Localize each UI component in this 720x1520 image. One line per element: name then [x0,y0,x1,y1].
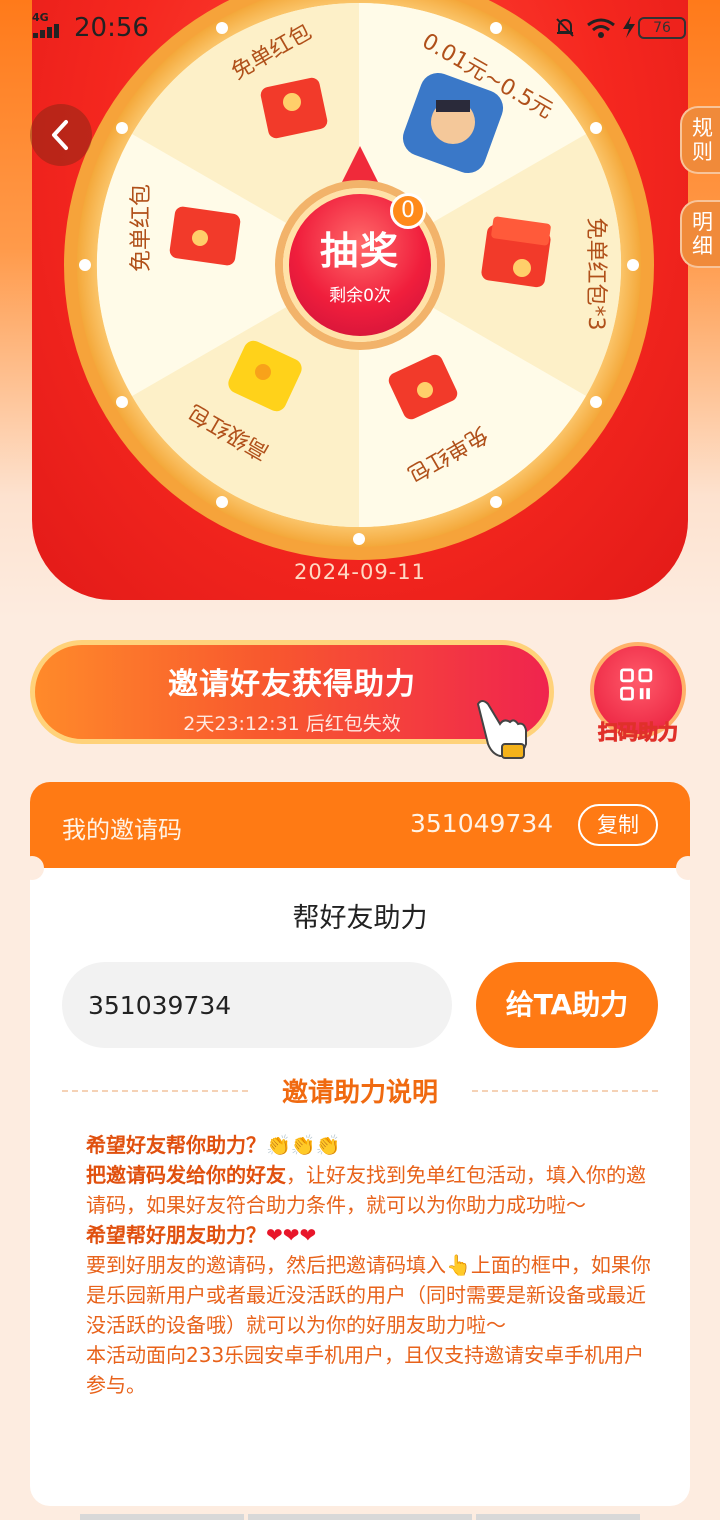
red-envelope-icon [169,206,241,266]
invite-code-label: 我的邀请码 [62,816,182,844]
my-invite-code-bar: 我的邀请码 351049734 复制 [30,782,690,868]
rules-question: 希望帮好朋友助力？ [86,1223,266,1247]
wheel-pointer [342,146,378,182]
mute-bell-icon [556,18,574,37]
wheel-segment-label: 免单红包 [129,184,154,272]
clock: 20:56 [74,13,149,43]
invite-code-value: 351049734 [410,809,554,838]
help-friend-card: 帮好友助力 给TA助力 邀请助力说明 希望好友帮你助力？👏👏👏 把邀请码发给你的… [30,868,690,1506]
clapping-hands-icon: 👏👏👏 [266,1133,341,1157]
rules-question: 希望好友帮你助力？ [86,1133,266,1157]
scan-assist-label: 扫码助力 [598,720,679,745]
draw-count-badge: 0 [390,193,426,229]
rules-paragraph: 要到好朋友的邀请码，然后把邀请码填入 [86,1253,446,1277]
remaining-draws: 剩余0次 [329,286,391,306]
invite-code-input[interactable] [62,962,452,1048]
back-button[interactable] [30,104,92,166]
chevron-left-icon [52,120,68,150]
pointing-up-icon: 👆 [446,1253,471,1277]
heart-icon: ❤❤❤ [266,1223,317,1247]
detail-button[interactable]: 明细 [680,200,720,268]
rules-title: 邀请助力说明 [281,1078,438,1108]
rules-button[interactable]: 规则 [680,106,720,174]
wifi-icon [587,18,615,38]
charging-icon [623,16,635,38]
card-notch [676,856,700,880]
give-assist-button[interactable]: 给TA助力 [476,962,658,1048]
help-title: 帮好友助力 [292,903,428,934]
copy-button[interactable]: 复制 [578,804,658,846]
triple-red-envelope-icon [481,216,551,288]
rules-text: 希望好友帮你助力？👏👏👏 把邀请码发给你的好友，让好友找到免单红包活动，填入你的… [86,1130,656,1400]
rules-paragraph: 本活动面向233乐园安卓手机用户，且仅支持邀请安卓手机用户参与。 [86,1343,645,1397]
rules-emphasis: 把邀请码发给你的好友 [86,1163,286,1187]
bottom-tab-edge [80,1514,244,1520]
signal-icon [33,24,63,38]
status-bar: 4G 20:56 76 [0,0,720,56]
wheel-segment-label: 免单红包*3 [583,218,608,331]
card-notch [20,856,44,880]
bottom-tab-edge [476,1514,640,1520]
network-type: 4G [32,11,49,24]
battery-indicator: 76 [638,17,686,39]
activity-date: 2024-09-11 [293,560,427,584]
pointing-hand-icon [476,700,527,759]
bottom-tab-edge [248,1514,472,1520]
